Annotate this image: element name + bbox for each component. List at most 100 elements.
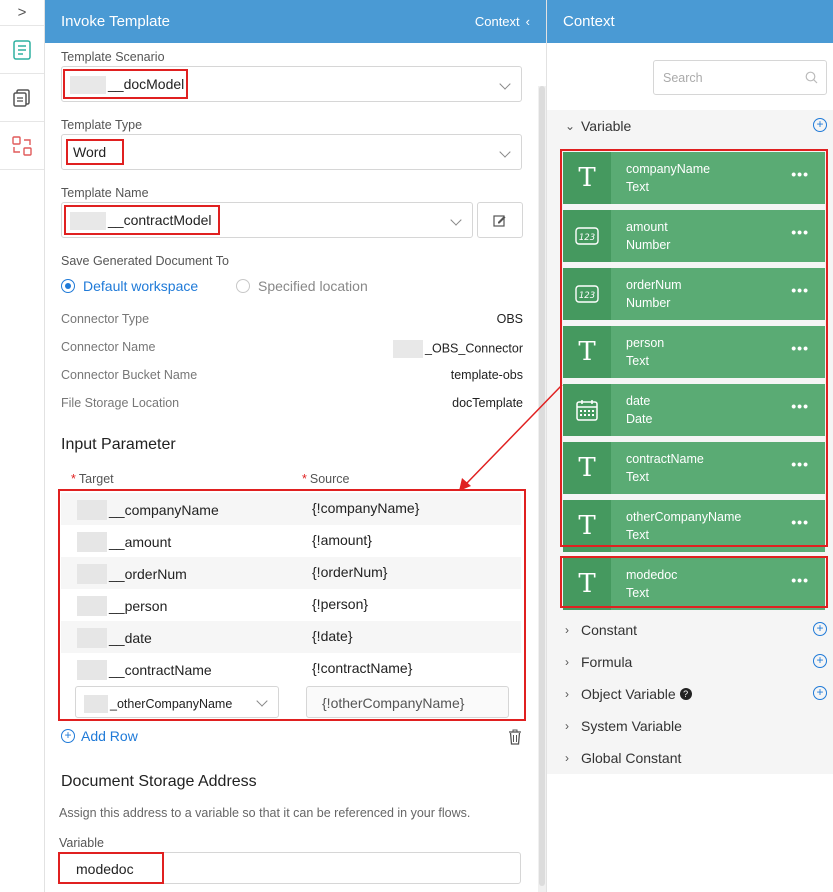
add-object-variable-icon[interactable]: +: [813, 686, 827, 700]
rail-button-copy[interactable]: [0, 74, 44, 122]
modedoc-highlight: [560, 556, 828, 608]
tree-global-constant[interactable]: › Global Constant: [565, 746, 827, 770]
save-to-label: Save Generated Document To: [61, 254, 229, 268]
variable-value: modedoc: [76, 861, 134, 877]
tree-system-variable-label: System Variable: [581, 718, 682, 734]
template-name-value-wrap: __contractModel: [70, 212, 212, 231]
template-name-select[interactable]: __contractModel: [61, 202, 473, 238]
template-scenario-select[interactable]: __docModel: [61, 66, 522, 102]
context-link[interactable]: Context ‹: [475, 14, 530, 29]
tree-formula[interactable]: › Formula +: [565, 650, 827, 674]
info-value-wrap: _OBS_Connector: [393, 340, 523, 358]
context-panel: Context Search ⌄ Variable + TcompanyName…: [546, 0, 833, 892]
col-source-label: Source: [309, 472, 350, 486]
tree-formula-label: Formula: [581, 654, 633, 670]
tree-system-variable[interactable]: › System Variable: [565, 714, 827, 738]
chevron-right-icon: ›: [565, 655, 569, 669]
swap-icon: [12, 135, 32, 156]
rail-button-swap[interactable]: [0, 122, 44, 170]
tree-global-constant-label: Global Constant: [581, 750, 682, 766]
help-icon[interactable]: ?: [679, 688, 692, 700]
left-rail: >: [0, 0, 45, 892]
list-doc-icon: [13, 39, 31, 60]
plus-circle-icon: +: [61, 729, 75, 743]
input-parameter-highlight: [58, 489, 526, 721]
chevron-down-icon: [450, 214, 462, 226]
expand-button[interactable]: >: [0, 0, 44, 26]
info-row: File Storage Location docTemplate: [61, 396, 523, 410]
info-row: Connector Bucket Name template-obs: [61, 368, 523, 382]
radio-specified-location[interactable]: Specified location: [236, 278, 368, 294]
rail-button-properties[interactable]: [0, 26, 44, 74]
trash-icon[interactable]: [508, 729, 522, 745]
info-value: docTemplate: [452, 396, 523, 410]
search-icon: [805, 71, 818, 84]
context-header: Context: [547, 0, 833, 43]
tree-object-variable-label: Object Variable: [581, 686, 676, 702]
search-placeholder: Search: [663, 71, 703, 85]
add-constant-icon[interactable]: +: [813, 622, 827, 636]
variable-input[interactable]: modedoc: [58, 852, 521, 884]
tree-object-variable[interactable]: › Object Variable? +: [565, 682, 827, 706]
col-target-label: Target: [78, 472, 114, 486]
search-input[interactable]: Search: [653, 60, 827, 95]
radio-default-workspace-label: Default workspace: [83, 278, 199, 294]
variable-label: Variable: [59, 836, 104, 850]
chevron-down-icon: ⌄: [565, 119, 576, 133]
scrollbar[interactable]: [538, 86, 546, 892]
invoke-template-panel: Invoke Template Context ‹ Template Scenar…: [45, 0, 546, 892]
panel-title: Invoke Template: [61, 13, 170, 30]
tree-constant[interactable]: › Constant +: [565, 618, 827, 642]
context-title: Context: [563, 13, 615, 30]
add-row-button[interactable]: + Add Row: [61, 728, 138, 744]
panel-header: Invoke Template Context ‹: [45, 0, 546, 43]
radio-specified-location-label: Specified location: [258, 278, 368, 294]
info-value: _OBS_Connector: [425, 341, 523, 356]
tree-constant-label: Constant: [581, 622, 638, 638]
input-parameter-title: Input Parameter: [61, 436, 176, 453]
template-name-value: __contractModel: [108, 212, 212, 228]
chevron-right-icon: ›: [565, 751, 569, 765]
col-source-header: * Source: [302, 472, 350, 486]
storage-description: Assign this address to a variable so tha…: [59, 806, 471, 820]
chevron-left-icon: ‹: [525, 14, 530, 29]
chevron-down-icon: [499, 146, 511, 158]
info-key: Connector Bucket Name: [61, 368, 198, 382]
scrollbar-thumb[interactable]: [539, 86, 545, 886]
radio-unchecked-icon: [236, 279, 250, 293]
add-formula-icon[interactable]: +: [813, 654, 827, 668]
info-key: Connector Type: [61, 312, 150, 326]
storage-title: Document Storage Address: [61, 773, 257, 790]
chevron-right-icon: >: [17, 4, 27, 21]
template-name-label: Template Name: [61, 186, 149, 200]
copy-icon: [13, 88, 30, 107]
tree-variable-label: Variable: [581, 118, 632, 134]
template-type-value: Word: [73, 144, 107, 160]
context-link-label: Context: [474, 14, 520, 29]
variables-highlight: [560, 149, 828, 547]
template-type-select[interactable]: Word: [61, 134, 522, 170]
tree-variable[interactable]: ⌄ Variable +: [565, 114, 827, 138]
add-variable-icon[interactable]: +: [813, 118, 827, 132]
info-key: File Storage Location: [61, 396, 180, 410]
info-key: Connector Name: [61, 340, 156, 354]
radio-default-workspace[interactable]: Default workspace: [61, 278, 198, 294]
template-scenario-label: Template Scenario: [61, 50, 165, 64]
chevron-right-icon: ›: [565, 623, 569, 637]
info-value: template-obs: [450, 368, 523, 382]
redacted-block: [393, 340, 424, 358]
edit-template-button[interactable]: [477, 202, 523, 238]
redacted-block: [70, 76, 106, 95]
radio-checked-icon: [61, 279, 75, 293]
redacted-block: [70, 212, 106, 231]
info-row: Connector Name _OBS_Connector: [61, 340, 523, 358]
template-type-label: Template Type: [61, 118, 143, 132]
template-scenario-value: __docModel: [108, 76, 185, 92]
template-scenario-value-wrap: __docModel: [70, 76, 185, 95]
info-row: Connector Type OBS: [61, 312, 523, 326]
chevron-down-icon: [499, 78, 511, 90]
add-row-label: Add Row: [81, 728, 138, 744]
col-target-header: * Target: [71, 472, 114, 486]
info-value: OBS: [496, 312, 523, 326]
edit-icon: [493, 215, 506, 227]
